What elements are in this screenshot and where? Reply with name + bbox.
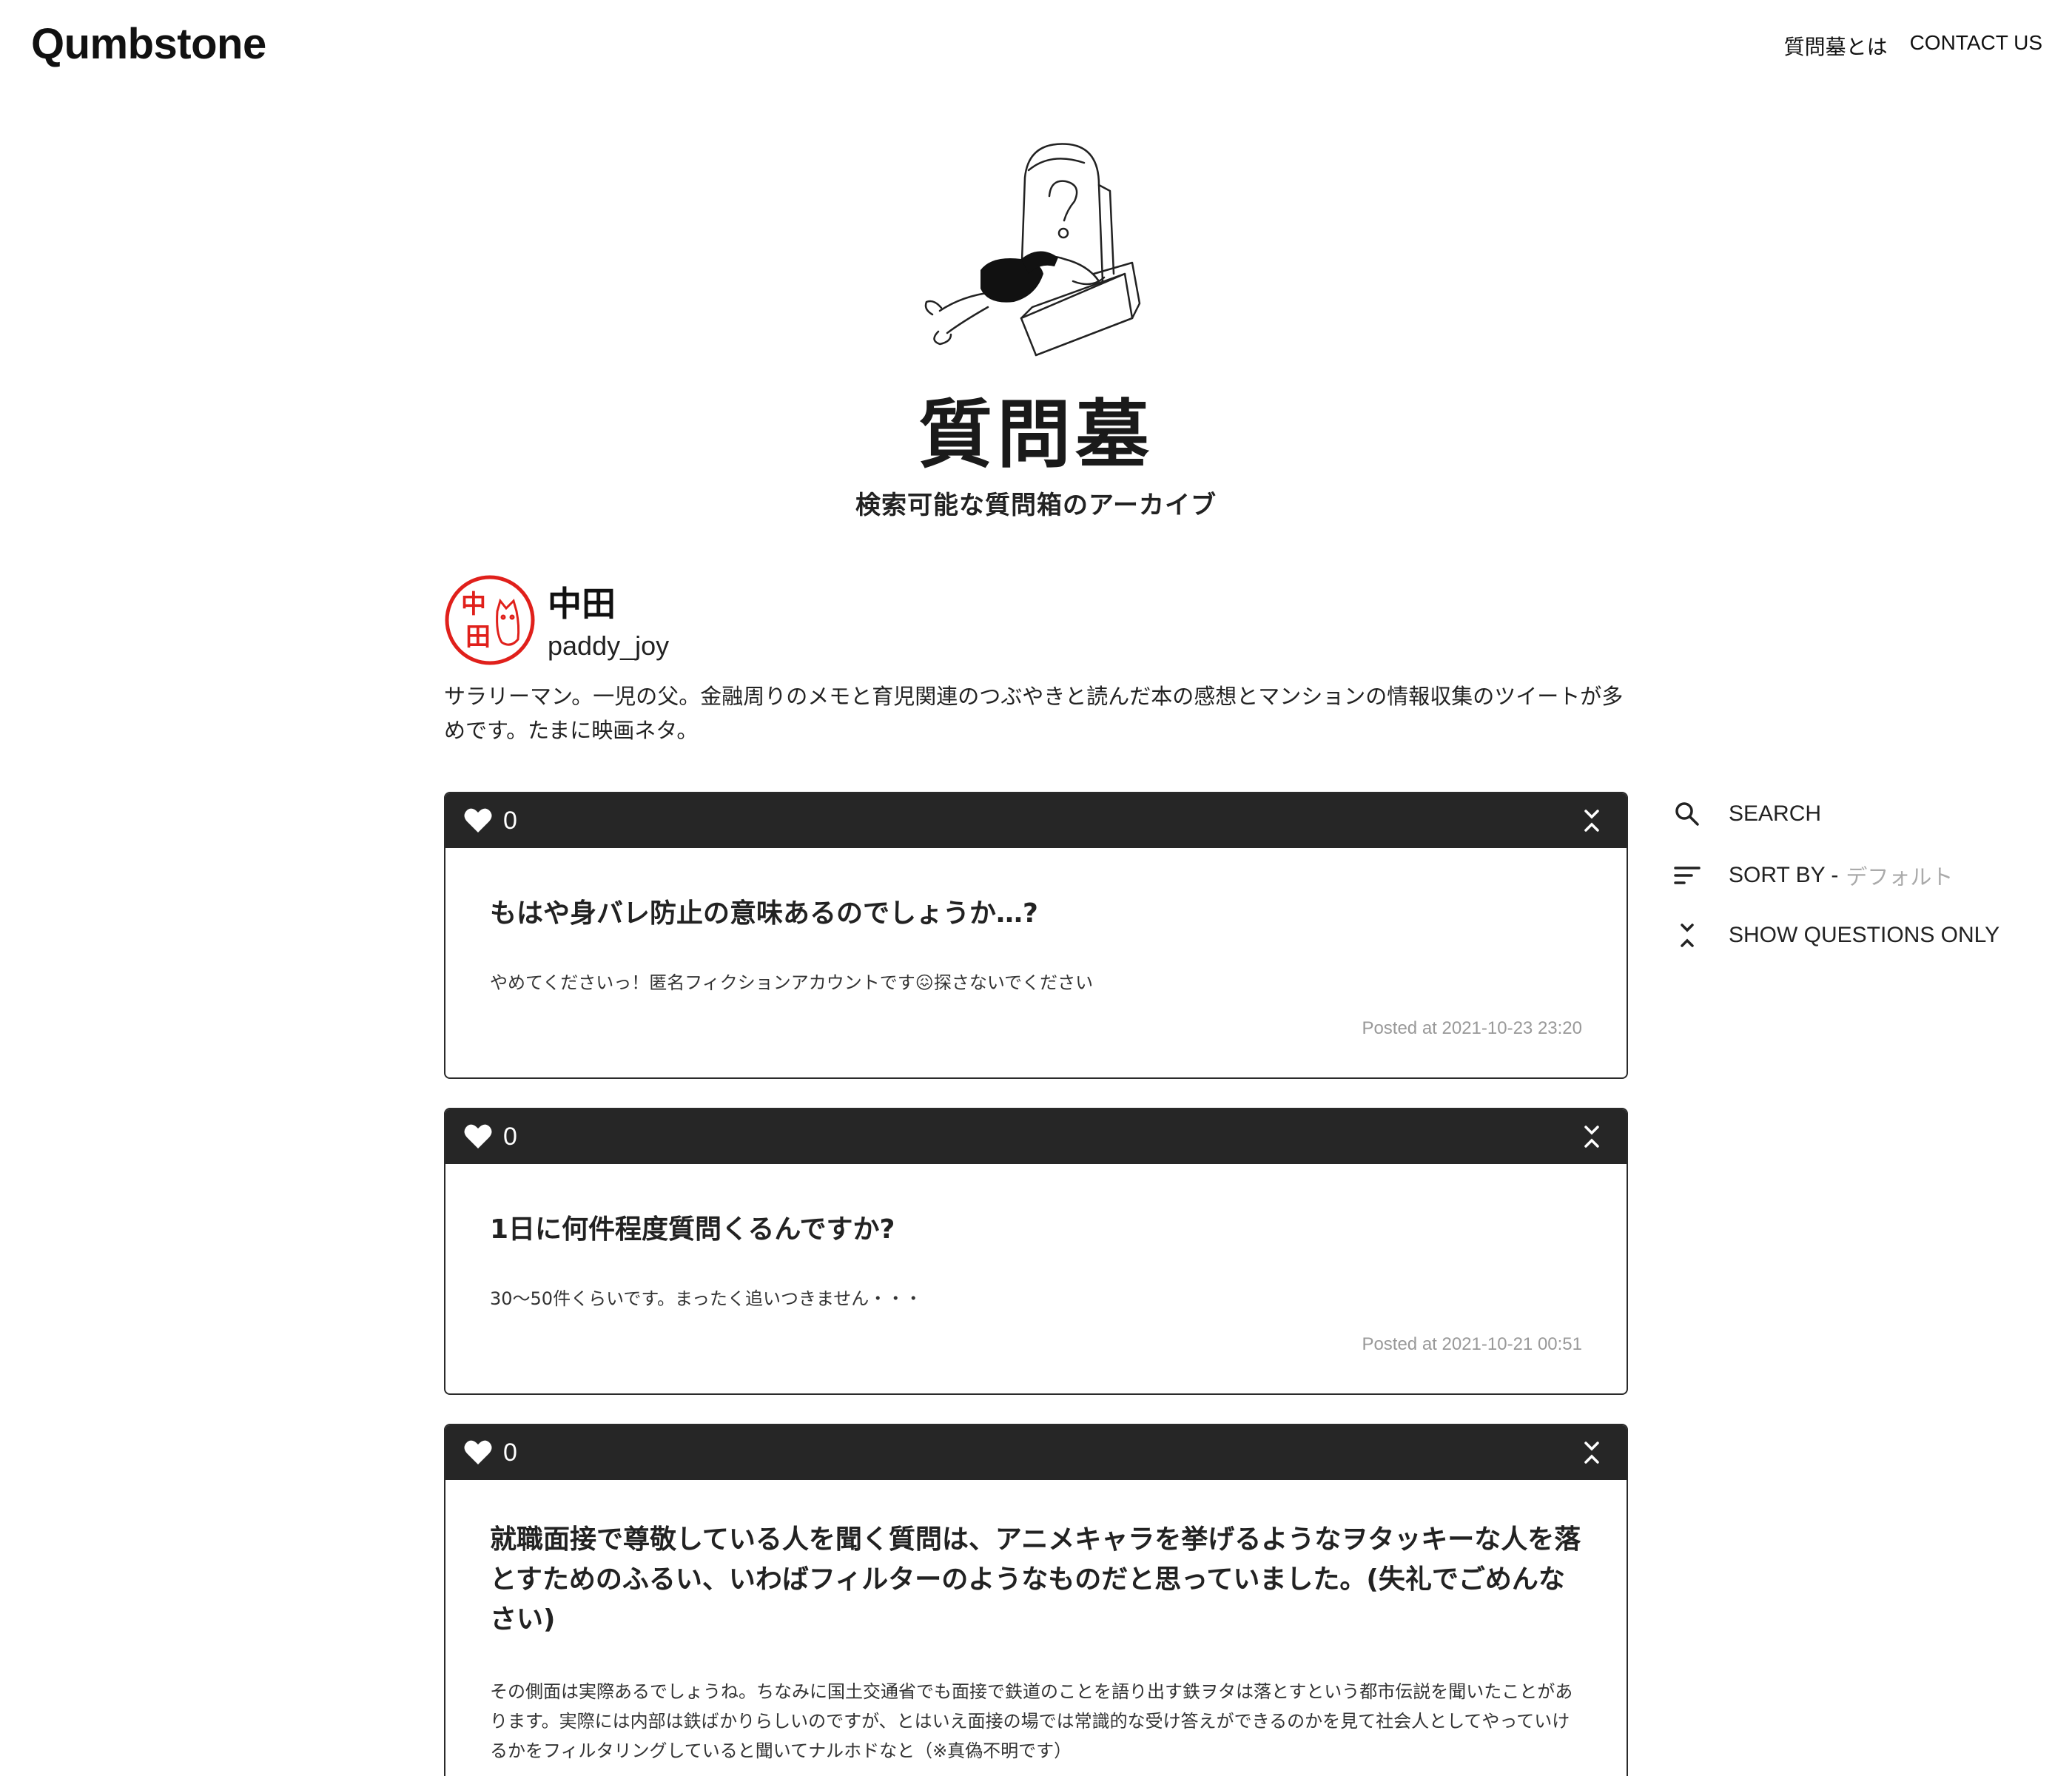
collapse-icon[interactable] — [1582, 1440, 1601, 1465]
avatar[interactable]: 中 田 — [444, 574, 536, 666]
site-logo[interactable]: Qumbstone — [31, 19, 266, 69]
answer-text: 30〜50件くらいです。まったく追いつきません・・・ — [490, 1288, 923, 1309]
show-questions-label: SHOW QUESTIONS ONLY — [1729, 923, 2000, 947]
card-header: 0 — [445, 793, 1627, 848]
like-count: 0 — [503, 1122, 517, 1151]
card-header: 0 — [445, 1109, 1627, 1164]
avatar-stamp-char-1: 中 — [461, 590, 486, 619]
nav-link-about[interactable]: 質問墓とは — [1784, 31, 1888, 61]
sort-value[interactable]: デフォルト — [1846, 860, 1953, 891]
card-body: 1日に何件程度質問くるんですか? 30〜50件くらいです。まったく追いつきません… — [445, 1210, 1627, 1355]
profile-name: 中田 — [548, 584, 616, 624]
profile-handle[interactable]: paddy_joy — [548, 630, 669, 662]
top-nav: 質問墓とは CONTACT US — [1784, 31, 2042, 61]
answer-text: その側面は実際あるでしょうね。ちなみに国土交通省でも面接で鉄道のことを語り出す鉄… — [490, 1681, 1573, 1761]
hero-subtitle: 検索可能な質問箱のアーカイブ — [855, 491, 1217, 520]
search-label: SEARCH — [1729, 801, 1822, 826]
collapse-icon — [1681, 924, 1694, 947]
sort-icon — [1674, 867, 1701, 884]
search-icon — [1675, 802, 1699, 826]
collapse-icon[interactable] — [1582, 808, 1601, 833]
avatar-stamp-char-2: 田 — [465, 622, 491, 652]
like-count: 0 — [503, 806, 517, 835]
heart-icon[interactable] — [463, 807, 493, 834]
profile-bio: サラリーマン。一児の父。金融周りのメモと育児関連のつぶやきと読んだ本の感想とマン… — [444, 684, 1624, 743]
heart-icon[interactable] — [463, 1123, 493, 1150]
hero-title: 質問墓 — [918, 391, 1154, 478]
collapse-icon[interactable] — [1582, 1124, 1601, 1149]
sort-label: SORT BY - — [1729, 863, 1839, 887]
question-text: もはや身バレ防止の意味あるのでしょうか…? — [490, 898, 1038, 929]
question-card: 0 もはや身バレ防止の意味あるのでしょうか…? やめてくださいっ！匿名フィクショ… — [444, 792, 1628, 1079]
search-control[interactable]: SEARCH — [1672, 799, 1821, 829]
sort-control[interactable]: SORT BY - デフォルト — [1672, 860, 1953, 891]
posted-date: Posted at 2021-10-23 23:20 — [1362, 1018, 1582, 1038]
show-questions-toggle[interactable]: SHOW QUESTIONS ONLY — [1672, 921, 1999, 950]
tombstone-question-illustration — [924, 143, 1141, 357]
nav-link-contact[interactable]: CONTACT US — [1910, 31, 2042, 61]
site-header: Qumbstone 質問墓とは CONTACT US — [0, 0, 2072, 89]
hero: 質問墓 検索可能な質問箱のアーカイブ — [0, 133, 2072, 521]
posted-date: Posted at 2021-10-21 00:51 — [1362, 1334, 1582, 1354]
question-text: 1日に何件程度質問くるんですか? — [490, 1214, 895, 1245]
like-count: 0 — [503, 1438, 517, 1467]
answer-text: やめてくださいっ！匿名フィクションアカウントです😖探さないでください — [490, 972, 1094, 993]
card-body: 就職面接で尊敬している人を聞く質問は、アニメキャラを挙げるようなヲタッキーな人を… — [445, 1520, 1627, 1766]
card-header: 0 — [445, 1425, 1627, 1480]
question-card: 0 1日に何件程度質問くるんですか? 30〜50件くらいです。まったく追いつきま… — [444, 1108, 1628, 1395]
heart-icon[interactable] — [463, 1439, 493, 1466]
question-card: 0 就職面接で尊敬している人を聞く質問は、アニメキャラを挙げるようなヲタッキーな… — [444, 1424, 1628, 1776]
card-body: もはや身バレ防止の意味あるのでしょうか…? やめてくださいっ！匿名フィクションア… — [445, 894, 1627, 1039]
question-text: 就職面接で尊敬している人を聞く質問は、アニメキャラを挙げるようなヲタッキーな人を… — [490, 1524, 1581, 1635]
